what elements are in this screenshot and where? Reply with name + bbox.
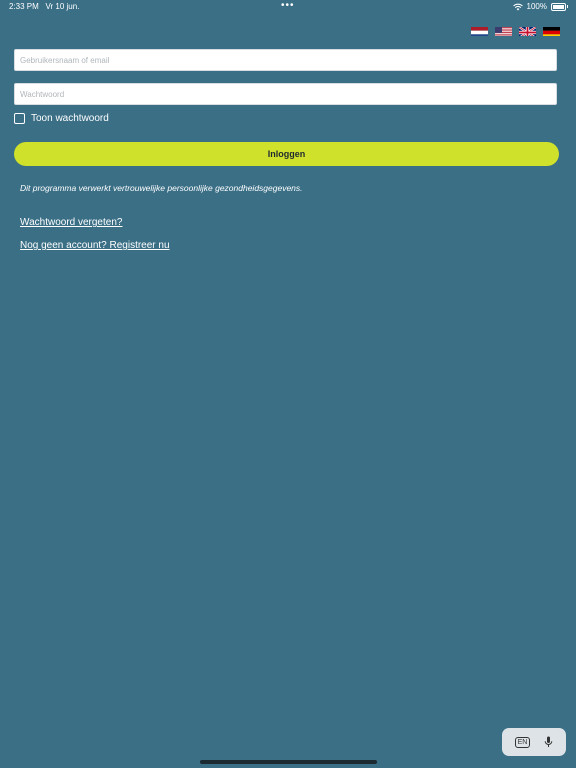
username-input[interactable] — [14, 49, 557, 71]
status-bar: 2:33 PM Vr 10 jun. ••• 100% — [0, 0, 576, 14]
us-flag-icon[interactable] — [495, 25, 512, 36]
battery-percent: 100% — [526, 2, 547, 11]
forgot-password-link[interactable]: Wachtwoord vergeten? — [20, 217, 122, 228]
keyboard-language-key[interactable]: EN — [514, 736, 531, 748]
status-date: Vr 10 jun. — [45, 2, 80, 11]
keyboard-shortcut-bar: EN — [502, 728, 566, 756]
german-flag-icon[interactable] — [543, 25, 560, 36]
battery-icon — [551, 2, 568, 11]
password-input[interactable] — [14, 83, 557, 105]
uk-flag-icon[interactable] — [519, 25, 536, 36]
microphone-icon[interactable] — [544, 736, 553, 748]
show-password-toggle[interactable]: Toon wachtwoord — [14, 113, 109, 124]
privacy-notice: Dit programma verwerkt vertrouwelijke pe… — [20, 183, 303, 193]
show-password-label: Toon wachtwoord — [31, 113, 109, 124]
multitasking-dots-icon[interactable]: ••• — [281, 0, 295, 11]
language-selector — [471, 25, 560, 36]
wifi-icon — [512, 3, 523, 10]
home-indicator[interactable] — [200, 760, 377, 764]
register-link[interactable]: Nog geen account? Registreer nu — [20, 240, 170, 251]
dutch-flag-icon[interactable] — [471, 25, 488, 36]
login-button[interactable]: Inloggen — [14, 142, 559, 166]
status-time: 2:33 PM Vr 10 jun. — [9, 2, 80, 11]
show-password-checkbox[interactable] — [14, 113, 25, 124]
status-indicators: 100% — [512, 2, 568, 11]
